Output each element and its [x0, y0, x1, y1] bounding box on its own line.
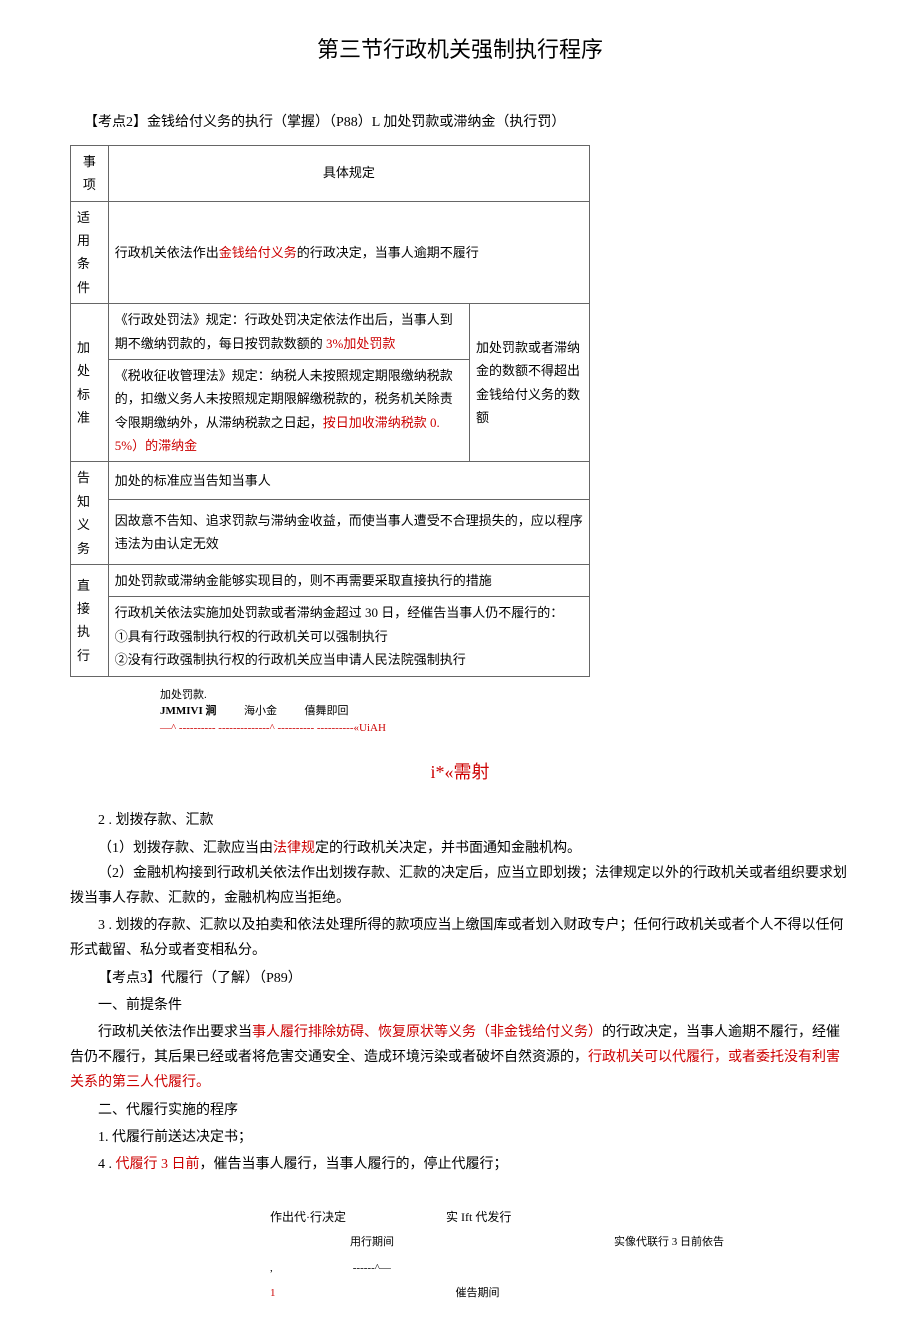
- text-bold: JMMIVI 涧: [160, 705, 217, 717]
- table-header-row: 事项 具体规定: [71, 145, 590, 201]
- table-row: 因故意不告知、追求罚款与滞纳金收益，而使当事人遭受不合理损失的，应以程序违法为由…: [71, 500, 590, 565]
- header-col1: 事项: [71, 145, 109, 201]
- cell-direct-2: 行政机关依法实施加处罚款或者滞纳金超过 30 日，经催告当事人仍不履行的： ①具…: [108, 597, 589, 676]
- text-red: 金钱给付义务: [219, 245, 297, 260]
- table-row: 行政机关依法实施加处罚款或者滞纳金超过 30 日，经催告当事人仍不履行的： ①具…: [71, 597, 590, 676]
- cell-scope: 适用条件: [71, 201, 109, 304]
- kaodian3-sub1: 一、前提条件: [70, 993, 850, 1018]
- bottom-row4: 1 催告期间: [270, 1284, 850, 1304]
- kaodian3-p1: 行政机关依法作出要求当事人履行排除妨碍、恢复原状等义务（非金钱给付义务）的行政决…: [70, 1020, 850, 1096]
- bottom-row1: 作出代·行决定 实 Ift 代发行: [270, 1207, 850, 1229]
- text: 行政机关依法实施加处罚款或者滞纳金超过 30 日，经催告当事人仍不履行的：: [115, 601, 583, 624]
- bottom-row3: , ------^—: [270, 1259, 850, 1279]
- text: 催告期间: [456, 1284, 500, 1304]
- table-row: 直接执行 加处罚款或滞纳金能够实现目的，则不再需要采取直接执行的措施: [71, 565, 590, 597]
- text: 加处罚款.: [160, 689, 207, 701]
- kaodian3-sub2: 二、代履行实施的程序: [70, 1098, 850, 1123]
- text-red: 代履行 3 日前: [116, 1157, 200, 1172]
- text: ，催告当事人履行，当事人履行的，停止代履行；: [200, 1157, 508, 1172]
- text-red: 3%加处罚款: [326, 336, 395, 351]
- page-title: 第三节行政机关强制执行程序: [70, 30, 850, 70]
- kaodian2-table: 事项 具体规定 适用条件 行政机关依法作出金钱给付义务的行政决定，当事人逾期不履…: [70, 145, 590, 677]
- text: 定的行政机关决定，并书面通知金融机构。: [315, 841, 581, 856]
- text: ①具有行政强制执行权的行政机关可以强制执行: [115, 625, 583, 648]
- text: ,: [270, 1259, 273, 1279]
- cell-inform-2: 因故意不告知、追求罚款与滞纳金收益，而使当事人遭受不合理损失的，应以程序违法为由…: [108, 500, 589, 565]
- text: 僖舞即回: [305, 705, 349, 717]
- table-row: 加处标准 《行政处罚法》规定：行政处罚决定依法作出后，当事人到期不缴纳罚款的，每…: [71, 304, 590, 360]
- cell-standard: 加处标准: [71, 304, 109, 462]
- text: 4 .: [98, 1157, 116, 1172]
- text: 海小金: [244, 705, 277, 717]
- section2-p4: 3 . 划拨的存款、汇款以及拍卖和依法处理所得的款项应当上缴国库或者划入财政专户…: [70, 913, 850, 963]
- text: ------^—: [353, 1259, 391, 1279]
- kaodian3-step2: 4 . 代履行 3 日前，催告当事人履行，当事人履行的，停止代履行；: [70, 1152, 850, 1177]
- cell-standard-right: 加处罚款或者滞纳金的数额不得超出金钱给付义务的数额: [470, 304, 590, 462]
- cell-direct: 直接执行: [71, 565, 109, 677]
- text: 的行政决定，当事人逾期不履行: [297, 245, 479, 260]
- text: 《行政处罚法》规定：行政处罚决定依法作出后，当事人到期不缴纳罚款的，每日按罚款数…: [115, 312, 453, 350]
- cell-standard-2: 《税收征收管理法》规定：纳税人未按照规定期限缴纳税款的，扣缴义务人未按照规定期限…: [108, 359, 469, 462]
- kaodian3-heading: 【考点3】代履行（了解）（P89）: [70, 966, 850, 991]
- text-red: 1: [270, 1284, 276, 1304]
- bottom-row2: 用行期间 实像代联行 3 日前依告: [270, 1233, 850, 1253]
- text: 实像代联行 3 日前依告: [614, 1233, 724, 1253]
- text-red: 事人履行排除妨碍、恢复原状等义务（非金钱给付义务）: [252, 1025, 602, 1040]
- text: ②没有行政强制执行权的行政机关应当申请人民法院强制执行: [115, 648, 583, 671]
- kaodian3-step1: 1. 代履行前送达决定书；: [70, 1125, 850, 1150]
- cell-standard-1: 《行政处罚法》规定：行政处罚决定依法作出后，当事人到期不缴纳罚款的，每日按罚款数…: [108, 304, 469, 360]
- text: 行政机关依法作出要求当: [98, 1025, 252, 1040]
- section2-p1: 2 . 划拨存款、汇款: [70, 808, 850, 833]
- table-row: 告知义务 加处的标准应当告知当事人: [71, 462, 590, 500]
- bottom-diagram: 作出代·行决定 实 Ift 代发行 用行期间 实像代联行 3 日前依告 , --…: [270, 1207, 850, 1304]
- cell-direct-1: 加处罚款或滞纳金能够实现目的，则不再需要采取直接执行的措施: [108, 565, 589, 597]
- text: 实 Ift 代发行: [446, 1207, 511, 1229]
- text-red: 法律规: [273, 841, 315, 856]
- small-line3: —^ ---------- --------------^ ----------…: [160, 720, 850, 737]
- small-line1: 加处罚款.: [160, 687, 850, 704]
- cell-inform-1: 加处的标准应当告知当事人: [108, 462, 589, 500]
- section2-p3: （2）金融机构接到行政机关依法作出划拨存款、汇款的决定后，应当立即划拨；法律规定…: [70, 861, 850, 911]
- text: 行政机关依法作出: [115, 245, 219, 260]
- text: 用行期间: [350, 1233, 394, 1253]
- text: 作出代·行决定: [270, 1207, 346, 1229]
- section2-p2: （1）划拨存款、汇款应当由法律规定的行政机关决定，并书面通知金融机构。: [70, 836, 850, 861]
- header-col2: 具体规定: [108, 145, 589, 201]
- cell-inform: 告知义务: [71, 462, 109, 565]
- table-row: 适用条件 行政机关依法作出金钱给付义务的行政决定，当事人逾期不履行: [71, 201, 590, 304]
- center-red-label: i*«需射: [70, 756, 850, 788]
- small-line2: JMMIVI 涧 海小金 僖舞即回: [160, 703, 850, 720]
- kaodian2-heading: 【考点2】金钱给付义务的执行（掌握）（P88）L 加处罚款或滞纳金（执行罚）: [70, 110, 850, 135]
- cell-scope-content: 行政机关依法作出金钱给付义务的行政决定，当事人逾期不履行: [108, 201, 589, 304]
- text: （1）划拨存款、汇款应当由: [98, 841, 273, 856]
- small-caption: 加处罚款. JMMIVI 涧 海小金 僖舞即回 —^ ---------- --…: [160, 687, 850, 737]
